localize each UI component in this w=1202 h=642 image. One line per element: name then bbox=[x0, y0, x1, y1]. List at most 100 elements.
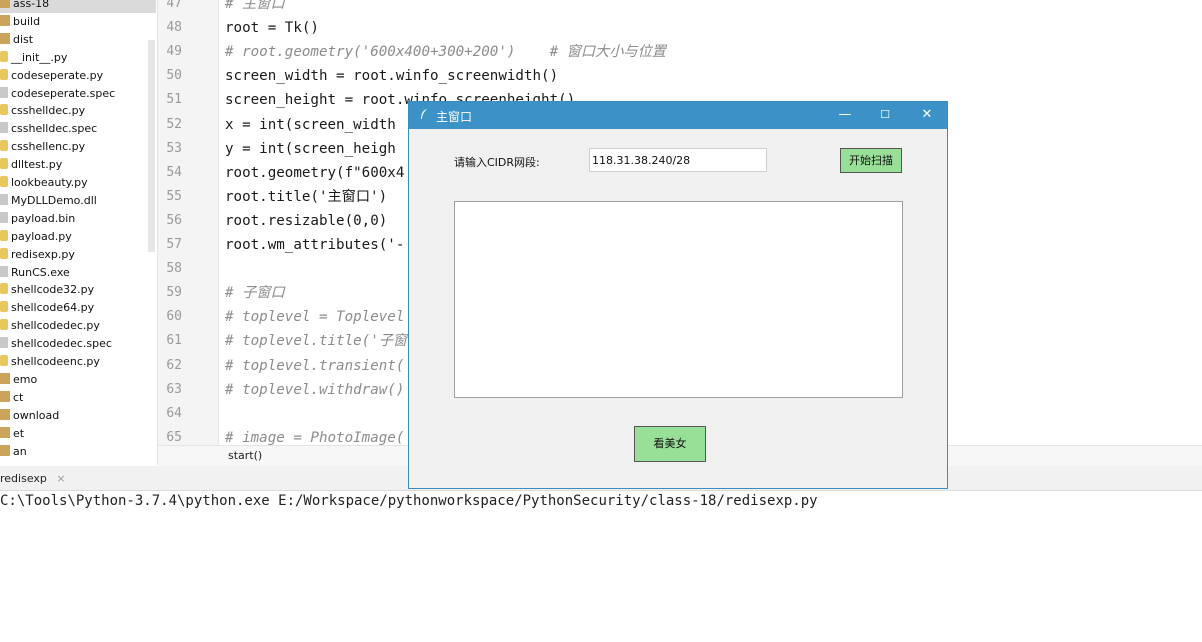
code-line[interactable]: # toplevel.title('子窗 bbox=[225, 331, 407, 351]
dialog-title: 主窗口 bbox=[436, 110, 473, 124]
line-number: 54 bbox=[166, 164, 182, 180]
tree-item-label: build bbox=[13, 14, 41, 28]
line-number: 60 bbox=[166, 309, 182, 325]
tree-item[interactable]: an bbox=[0, 443, 27, 461]
cidr-input[interactable] bbox=[589, 148, 767, 172]
code-line[interactable]: # toplevel.transient( bbox=[225, 356, 404, 376]
tree-item-label: shellcodedec.spec bbox=[11, 337, 112, 351]
line-number: 53 bbox=[166, 140, 182, 156]
file-icon bbox=[0, 122, 8, 134]
tree-item[interactable]: shellcodeenc.py bbox=[0, 353, 100, 371]
tree-item[interactable]: MyDLLDemo.dll bbox=[0, 192, 97, 210]
line-number: 50 bbox=[166, 68, 182, 84]
line-number: 52 bbox=[166, 116, 182, 132]
feather-icon bbox=[419, 108, 429, 123]
breadcrumb[interactable]: start() bbox=[228, 449, 262, 462]
code-line[interactable]: # toplevel.withdraw() bbox=[225, 380, 404, 400]
folder-icon bbox=[0, 0, 10, 8]
tree-item-label: an bbox=[13, 444, 27, 458]
tree-item[interactable]: csshelldec.py bbox=[0, 102, 85, 120]
python-file-icon bbox=[0, 140, 8, 152]
folder-icon bbox=[0, 390, 10, 402]
python-file-icon bbox=[0, 68, 8, 80]
tree-item-label: __init__.py bbox=[11, 50, 68, 64]
close-icon[interactable]: × bbox=[56, 472, 65, 485]
code-line[interactable]: root = Tk() bbox=[225, 18, 319, 38]
dialog-title-bar[interactable]: 主窗口 — ☐ ✕ bbox=[409, 102, 947, 129]
tree-item[interactable]: dist bbox=[0, 31, 33, 49]
run-tab-redisexp[interactable]: redisexp × bbox=[0, 469, 66, 489]
tree-item-label: redisexp.py bbox=[11, 247, 75, 261]
tree-item[interactable]: RunCS.exe bbox=[0, 264, 70, 282]
tree-item[interactable]: lookbeauty.py bbox=[0, 174, 88, 192]
code-line[interactable]: root.wm_attributes('- bbox=[225, 235, 404, 255]
scan-output-text-area[interactable] bbox=[454, 201, 903, 398]
tree-item[interactable]: csshelldec.spec bbox=[0, 120, 97, 138]
tree-item[interactable]: redisexp.py bbox=[0, 246, 75, 264]
line-number: 59 bbox=[166, 285, 182, 301]
tree-item-label: csshelldec.py bbox=[11, 104, 86, 118]
tree-item-label: codeseperate.py bbox=[11, 68, 104, 82]
tree-item-label: MyDLLDemo.dll bbox=[11, 193, 97, 207]
code-line[interactable]: # root.geometry('600x400+300+200') # 窗口大… bbox=[225, 42, 666, 62]
code-line[interactable]: # 子窗口 bbox=[225, 283, 285, 303]
tree-item-label: payload.py bbox=[11, 229, 72, 243]
python-file-icon bbox=[0, 176, 8, 187]
python-file-icon bbox=[0, 104, 8, 116]
file-icon bbox=[0, 337, 8, 349]
tree-item[interactable]: payload.py bbox=[0, 228, 72, 246]
tree-item[interactable]: ownload bbox=[0, 407, 59, 425]
line-number: 62 bbox=[166, 357, 182, 373]
tree-item[interactable]: shellcodedec.spec bbox=[0, 335, 112, 353]
cidr-label: 请输入CIDR网段: bbox=[454, 156, 540, 169]
line-number: 55 bbox=[166, 188, 182, 204]
code-line[interactable]: y = int(screen_heigh bbox=[225, 139, 396, 159]
line-number: 64 bbox=[166, 405, 182, 421]
tree-item-label: ass-18 bbox=[13, 0, 50, 10]
folder-icon bbox=[0, 426, 10, 438]
minimize-icon[interactable]: — bbox=[836, 106, 854, 124]
tree-item[interactable]: et bbox=[0, 425, 24, 443]
tree-item-label: csshellenc.py bbox=[11, 140, 86, 154]
code-line[interactable]: # toplevel = Toplevel bbox=[225, 307, 404, 327]
tree-item[interactable]: csshellenc.py bbox=[0, 138, 85, 156]
close-icon[interactable]: ✕ bbox=[918, 106, 936, 124]
line-number: 51 bbox=[166, 92, 182, 108]
python-file-icon bbox=[0, 301, 8, 313]
code-line[interactable]: x = int(screen_width bbox=[225, 115, 396, 135]
view-beauty-button[interactable]: 看美女 bbox=[634, 426, 706, 462]
code-line[interactable]: root.resizable(0,0) bbox=[225, 211, 387, 231]
tree-item[interactable]: payload.bin bbox=[0, 210, 75, 228]
code-line[interactable]: # image = PhotoImage( bbox=[225, 428, 404, 445]
tree-item[interactable]: __init__.py bbox=[0, 49, 67, 67]
tree-item[interactable]: shellcodedec.py bbox=[0, 317, 100, 335]
tree-item[interactable]: ass-18 bbox=[0, 0, 156, 13]
tree-item[interactable]: emo bbox=[0, 371, 37, 389]
folder-icon bbox=[0, 372, 10, 384]
line-number: 56 bbox=[166, 212, 182, 228]
code-line[interactable]: root.geometry(f"600x4 bbox=[225, 163, 404, 183]
code-line[interactable]: screen_width = root.winfo_screenwidth() bbox=[225, 66, 558, 86]
python-file-icon bbox=[0, 247, 8, 259]
tree-item-label: dlltest.py bbox=[11, 158, 63, 172]
tree-item[interactable]: shellcode64.py bbox=[0, 299, 94, 317]
tree-item[interactable]: codeseperate.py bbox=[0, 67, 103, 85]
tree-item[interactable]: build bbox=[0, 13, 40, 31]
python-file-icon bbox=[0, 229, 8, 241]
tree-item-label: emo bbox=[13, 372, 38, 386]
tree-item[interactable]: ct bbox=[0, 389, 23, 407]
line-number: 61 bbox=[166, 333, 182, 349]
start-scan-button[interactable]: 开始扫描 bbox=[840, 148, 902, 173]
line-number: 57 bbox=[166, 237, 182, 252]
python-file-icon bbox=[0, 158, 8, 170]
tree-scrollbar[interactable] bbox=[148, 40, 155, 252]
project-file-tree: ass-18 build dist __init__.py codeseperate.p… bbox=[0, 0, 158, 465]
code-line[interactable]: root.title('主窗口') bbox=[225, 187, 387, 207]
tree-item[interactable]: shellcode32.py bbox=[0, 281, 94, 299]
tree-item[interactable]: dlltest.py bbox=[0, 156, 62, 174]
code-line[interactable]: # 主窗口 bbox=[225, 0, 285, 14]
maximize-icon[interactable]: ☐ bbox=[876, 106, 894, 124]
line-number-gutter: 47 48 49 50 51 52 53 54 55 56 57 58 59 60 61 62 63 64 65 bbox=[158, 0, 219, 445]
line-number: 63 bbox=[166, 381, 182, 397]
tree-item[interactable]: codeseperate.spec bbox=[0, 85, 115, 103]
